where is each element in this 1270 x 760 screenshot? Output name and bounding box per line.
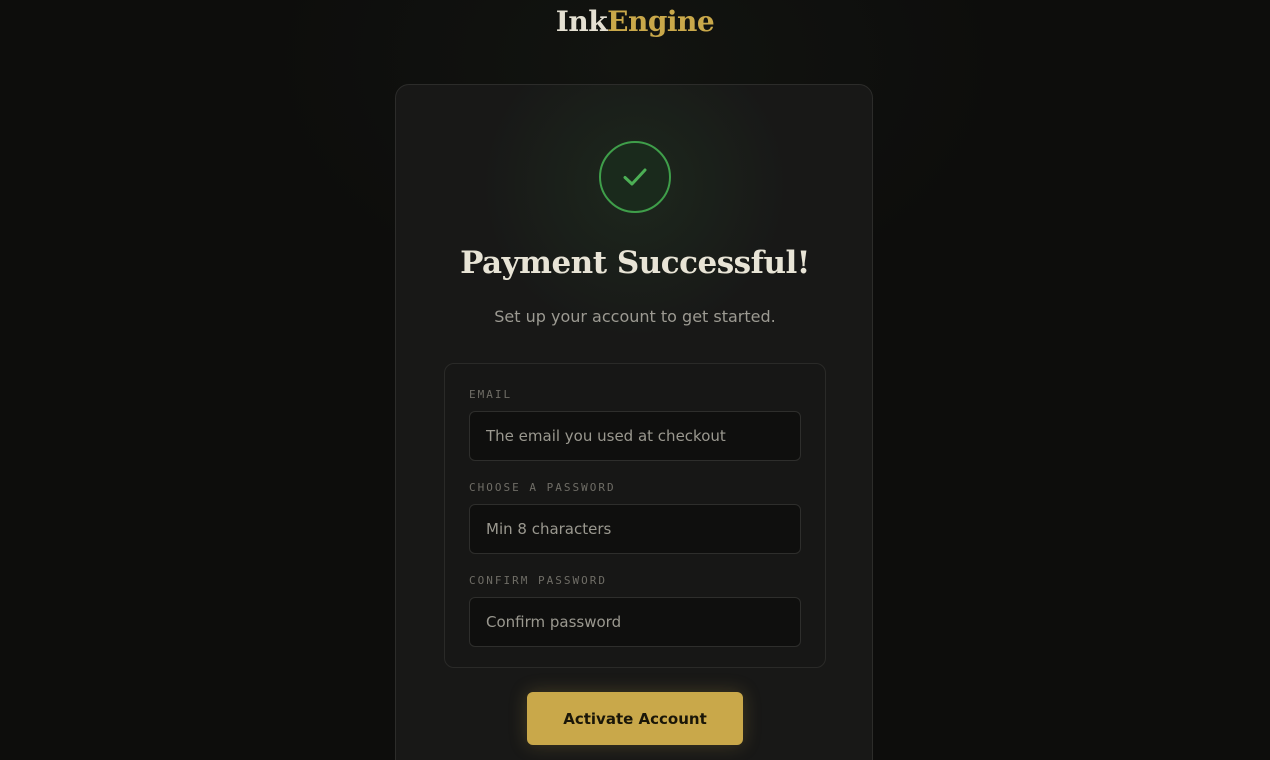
account-form: EMAIL CHOOSE A PASSWORD CONFIRM PASSWORD	[444, 363, 826, 668]
confirm-password-field[interactable]	[469, 597, 801, 647]
activation-card: Payment Successful! Set up your account …	[395, 84, 874, 760]
brand-name-ink: Ink	[555, 5, 608, 38]
confirm-password-label: CONFIRM PASSWORD	[469, 574, 607, 587]
password-field[interactable]	[469, 504, 801, 554]
email-field[interactable]	[469, 411, 801, 461]
check-icon	[623, 168, 647, 186]
page-title: Payment Successful!	[460, 245, 810, 281]
brand-name-engine: Engine	[607, 5, 715, 38]
brand-logo: InkEngine	[0, 4, 1270, 40]
page-subtitle: Set up your account to get started.	[494, 307, 776, 326]
activate-account-button[interactable]: Activate Account	[527, 692, 743, 745]
card-glow	[396, 85, 874, 385]
page: InkEngine Payment Successful! Set up you…	[0, 0, 1270, 760]
password-label: CHOOSE A PASSWORD	[469, 481, 616, 494]
email-label: EMAIL	[469, 388, 513, 401]
success-badge	[599, 141, 671, 213]
